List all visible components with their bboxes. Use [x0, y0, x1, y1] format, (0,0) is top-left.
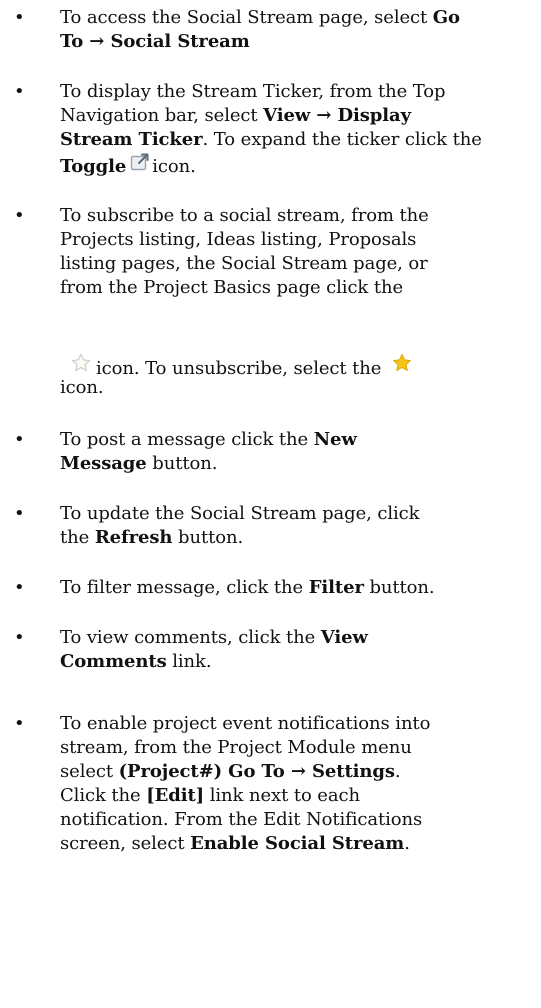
text-line: listing pages, the Social Stream page, o… [60, 252, 530, 276]
list-item-text: To subscribe to a social stream, from th… [60, 204, 530, 400]
bold-term: View → Display [263, 105, 411, 126]
bullet-marker: • [14, 81, 25, 102]
text-line: the Refresh button. [60, 526, 530, 550]
text-line: To post a message click the New [60, 428, 530, 452]
text-run: . To expand the ticker click the [202, 129, 482, 150]
text-run: notification. From the Edit Notification… [60, 809, 423, 830]
text-run: from the Project Basics page click the [60, 277, 404, 298]
bold-term: Stream Ticker [60, 129, 203, 150]
text-run: button. [363, 577, 435, 598]
bold-term: (Project#) Go To → Settings [118, 761, 395, 782]
list-item-text: To update the Social Stream page, click t… [60, 502, 530, 550]
text-run: Click the [60, 785, 147, 806]
text-line: To view comments, click the View [60, 626, 530, 650]
text-line: Click the [Edit] link next to each [60, 784, 530, 808]
text-run: icon. To unsubscribe, select the [96, 358, 387, 379]
text-run: select [60, 761, 119, 782]
list-item-text: To post a message click the New Message b… [60, 428, 530, 476]
text-run: To post a message click the [60, 429, 314, 450]
text-line: Navigation bar, select View → Display [60, 104, 530, 128]
bold-term: Toggle [60, 156, 127, 177]
text-run: link. [166, 651, 212, 672]
text-line: Message button. [60, 452, 530, 476]
text-run: icon. [60, 377, 104, 398]
text-line: from the Project Basics page click the [60, 276, 530, 300]
text-line: screen, select Enable Social Stream. [60, 832, 530, 856]
bold-term: Go [432, 7, 460, 28]
external-link-toggle-icon[interactable] [130, 152, 150, 172]
list-item-text: To view comments, click the View Comments… [60, 626, 530, 674]
bullet-marker: • [14, 205, 25, 226]
text-line: To filter message, click the Filter butt… [60, 576, 530, 600]
help-page: • To access the Social Stream page, selec… [0, 0, 541, 1008]
text-line: To display the Stream Ticker, from the T… [60, 80, 530, 104]
text-line: icon. To unsubscribe, select the [60, 352, 530, 379]
bullet-marker: • [14, 713, 25, 734]
text-line: select (Project#) Go To → Settings. [60, 760, 530, 784]
text-line: notification. From the Edit Notification… [60, 808, 530, 832]
text-run: link next to each [204, 785, 360, 806]
bullet-marker: • [14, 7, 25, 28]
bullet-marker: • [14, 503, 25, 524]
text-run: To filter message, click the [60, 577, 309, 598]
list-item-text: To enable project event notifications in… [60, 712, 530, 856]
text-run: To display the Stream Ticker, from the T… [60, 81, 446, 102]
bold-term: Refresh [94, 527, 173, 548]
text-line: To enable project event notifications in… [60, 712, 530, 736]
text-run: screen, select [60, 833, 191, 854]
list-item-text: To filter message, click the Filter butt… [60, 576, 530, 600]
text-run: button. [146, 453, 218, 474]
text-run: To access the Social Stream page, select [60, 7, 433, 28]
bullet-marker: • [14, 627, 25, 648]
text-line: Projects listing, Ideas listing, Proposa… [60, 228, 530, 252]
text-run: To subscribe to a social stream, from th… [60, 205, 429, 226]
text-run: the [60, 527, 95, 548]
text-run: To update the Social Stream page, click [60, 503, 420, 524]
text-line: Stream Ticker. To expand the ticker clic… [60, 128, 530, 152]
text-run: Navigation bar, select [60, 105, 264, 126]
text-line: Toggle icon. [60, 152, 530, 182]
text-run: Projects listing, Ideas listing, Proposa… [60, 229, 417, 250]
text-line: To → Social Stream [60, 30, 530, 54]
text-run: listing pages, the Social Stream page, o… [60, 253, 428, 274]
text-line: Comments link. [60, 650, 530, 674]
list-item-text: To access the Social Stream page, select… [60, 6, 530, 54]
bullet-marker: • [14, 429, 25, 450]
bold-term: Message [60, 453, 147, 474]
text-run: To enable project event notifications in… [60, 713, 431, 734]
star-outline-icon[interactable] [70, 352, 92, 374]
text-run: . [394, 761, 401, 782]
bold-term: To → Social Stream [60, 31, 250, 52]
text-run: icon. [152, 156, 196, 177]
text-run: button. [172, 527, 244, 548]
text-line: To access the Social Stream page, select… [60, 6, 530, 30]
bold-term: [Edit] [146, 785, 205, 806]
text-line: To update the Social Stream page, click [60, 502, 530, 526]
list-item-text: To display the Stream Ticker, from the T… [60, 80, 530, 182]
bold-term: Enable Social Stream [190, 833, 405, 854]
text-run: stream, from the Project Module menu [60, 737, 412, 758]
bold-term: View [320, 627, 368, 648]
text-run: . [404, 833, 410, 854]
bullet-marker: • [14, 577, 25, 598]
text-line: stream, from the Project Module menu [60, 736, 530, 760]
text-line: icon. [60, 376, 530, 400]
text-line: To subscribe to a social stream, from th… [60, 204, 530, 228]
text-run: To view comments, click the [60, 627, 321, 648]
bold-term: Comments [60, 651, 167, 672]
bold-term: Filter [308, 577, 364, 598]
star-filled-icon[interactable] [391, 352, 413, 374]
text-line [60, 300, 530, 352]
bold-term: New [313, 429, 357, 450]
